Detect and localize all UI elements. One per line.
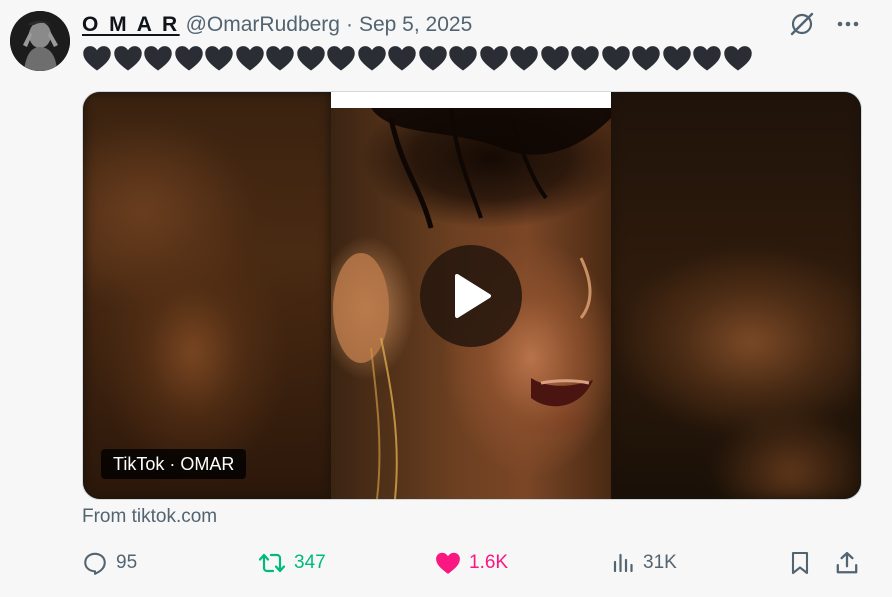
heart-filled-icon: [436, 552, 460, 574]
black-heart-emoji: [449, 46, 477, 71]
views-button[interactable]: 31K: [611, 548, 677, 578]
black-heart-emoji: [418, 46, 447, 71]
black-heart-emoji: [479, 46, 508, 71]
black-heart-emoji: [113, 46, 142, 71]
play-icon: [455, 274, 491, 318]
black-heart-emoji: [601, 46, 630, 71]
video-blur-left: [83, 92, 331, 499]
user-handle[interactable]: @OmarRudberg: [186, 13, 340, 37]
play-button[interactable]: [420, 245, 522, 347]
black-heart-emoji: [510, 46, 538, 71]
repost-icon: [258, 553, 286, 573]
video-blur-right: [611, 92, 861, 499]
tweet-top-actions: [788, 10, 862, 38]
tweet-text: [82, 44, 753, 72]
black-heart-emoji: [144, 46, 172, 71]
analytics-icon: [613, 553, 633, 573]
share-icon: [836, 551, 858, 574]
avatar-photo: [10, 11, 70, 71]
black-heart-emoji: [235, 46, 264, 71]
tweet-action-bar: 95 347 1.6K 31K: [82, 548, 862, 578]
reply-button[interactable]: 95: [82, 548, 137, 578]
tweet-header: O M A R @OmarRudberg · Sep 5, 2025: [82, 11, 472, 39]
black-heart-emoji: [266, 46, 294, 71]
black-heart-emoji: [296, 46, 325, 71]
black-heart-emoji: [357, 46, 386, 71]
black-heart-emoji: [327, 46, 355, 71]
repost-count: 347: [294, 552, 326, 573]
black-heart-emoji: [83, 46, 111, 71]
bookmark-button[interactable]: [788, 548, 812, 578]
views-count: 31K: [643, 552, 677, 573]
media-source-link[interactable]: From tiktok.com: [82, 506, 217, 528]
media-source-badge: TikTok · OMAR: [101, 449, 247, 479]
more-options-icon[interactable]: [834, 10, 862, 38]
like-button[interactable]: 1.6K: [435, 548, 508, 578]
display-name[interactable]: O M A R: [82, 13, 180, 37]
tweet-date[interactable]: Sep 5, 2025: [359, 13, 472, 37]
header-separator: ·: [345, 13, 353, 36]
black-heart-emoji: [174, 46, 203, 71]
media-card[interactable]: TikTok · OMAR: [82, 91, 862, 500]
reply-count: 95: [116, 552, 138, 573]
black-heart-emoji: [205, 46, 233, 71]
black-heart-emoji: [693, 46, 721, 71]
black-heart-emoji: [723, 46, 752, 71]
reply-icon: [84, 552, 106, 575]
black-heart-emoji: [632, 46, 660, 71]
black-heart-emoji: [571, 46, 599, 71]
black-heart-emoji: [388, 46, 416, 71]
black-heart-emoji: [540, 46, 569, 71]
black-heart-emoji: [662, 46, 691, 71]
repost-button[interactable]: 347: [258, 548, 326, 578]
like-count: 1.6K: [469, 552, 509, 573]
avatar[interactable]: [10, 11, 70, 71]
bookmark-icon: [791, 551, 809, 575]
share-button[interactable]: [834, 548, 860, 578]
grok-icon[interactable]: [788, 10, 816, 38]
